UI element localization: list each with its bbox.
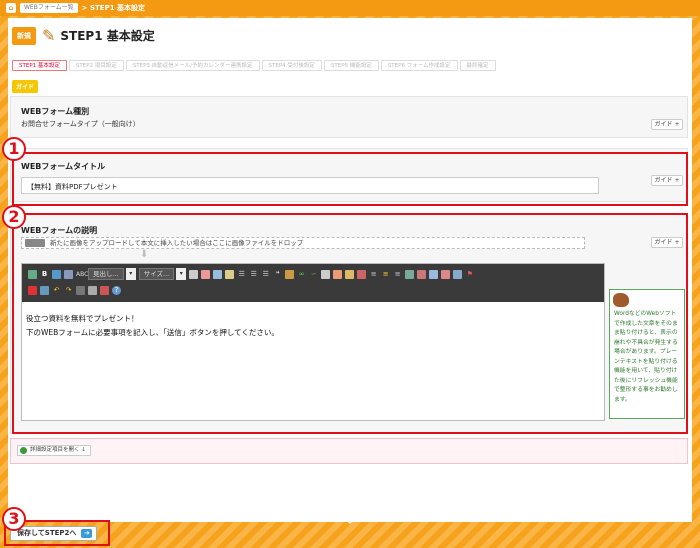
pointer-notch bbox=[344, 518, 356, 524]
step-tab-5[interactable]: STEP5 機能設定 bbox=[323, 60, 379, 71]
annotation-number-1: 1 bbox=[2, 137, 26, 161]
breadcrumb-current: > STEP1 基本設定 bbox=[81, 4, 146, 12]
leaf-icon bbox=[20, 447, 27, 454]
form-type-label: WEBフォーム種別 bbox=[21, 107, 90, 116]
step-tabs: STEP1 基本設定 STEP2 項目設定 STEP3 自動返信メール/予約カレ… bbox=[12, 60, 498, 71]
step-tab-6[interactable]: STEP6 フォーム作成設定 bbox=[380, 60, 458, 71]
annotation-box-1 bbox=[12, 152, 688, 206]
detail-settings-button[interactable]: 詳細設定項目を開く ↓ bbox=[17, 445, 91, 456]
step-tab-3[interactable]: STEP3 自動返信メール/予約カレンダー連携設定 bbox=[125, 60, 260, 71]
form-type-panel: WEBフォーム種別 お問合せフォームタイプ（一般向け） ガイド + bbox=[10, 96, 688, 138]
guide-button-type[interactable]: ガイド + bbox=[651, 119, 683, 130]
detail-settings-panel: 詳細設定項目を開く ↓ bbox=[10, 438, 688, 464]
step-tab-1[interactable]: STEP1 基本設定 bbox=[12, 60, 67, 71]
breadcrumb-bar: ⌂ WEBフォーム一覧 > STEP1 基本設定 bbox=[0, 0, 700, 16]
pencil-icon: ✎ bbox=[42, 26, 56, 45]
annotation-box-2 bbox=[12, 213, 688, 434]
breadcrumb-form-list[interactable]: WEBフォーム一覧 bbox=[20, 3, 78, 13]
step-tab-4[interactable]: STEP4 受付後設定 bbox=[261, 60, 322, 71]
annotation-number-2: 2 bbox=[2, 205, 26, 229]
page-header: 新規 ✎ STEP1 基本設定 bbox=[12, 26, 155, 45]
page-title: STEP1 基本設定 bbox=[60, 29, 155, 43]
home-icon[interactable]: ⌂ bbox=[6, 3, 16, 13]
form-type-value: お問合せフォームタイプ（一般向け） bbox=[21, 120, 140, 128]
detail-settings-label: 詳細設定項目を開く ↓ bbox=[30, 447, 86, 453]
step-tab-final[interactable]: 最終確定 bbox=[459, 60, 496, 71]
new-badge: 新規 bbox=[12, 26, 36, 45]
annotation-number-3: 3 bbox=[2, 507, 26, 531]
guide-tag[interactable]: ガイド bbox=[12, 80, 39, 93]
step-tab-2[interactable]: STEP2 項目設定 bbox=[68, 60, 124, 71]
